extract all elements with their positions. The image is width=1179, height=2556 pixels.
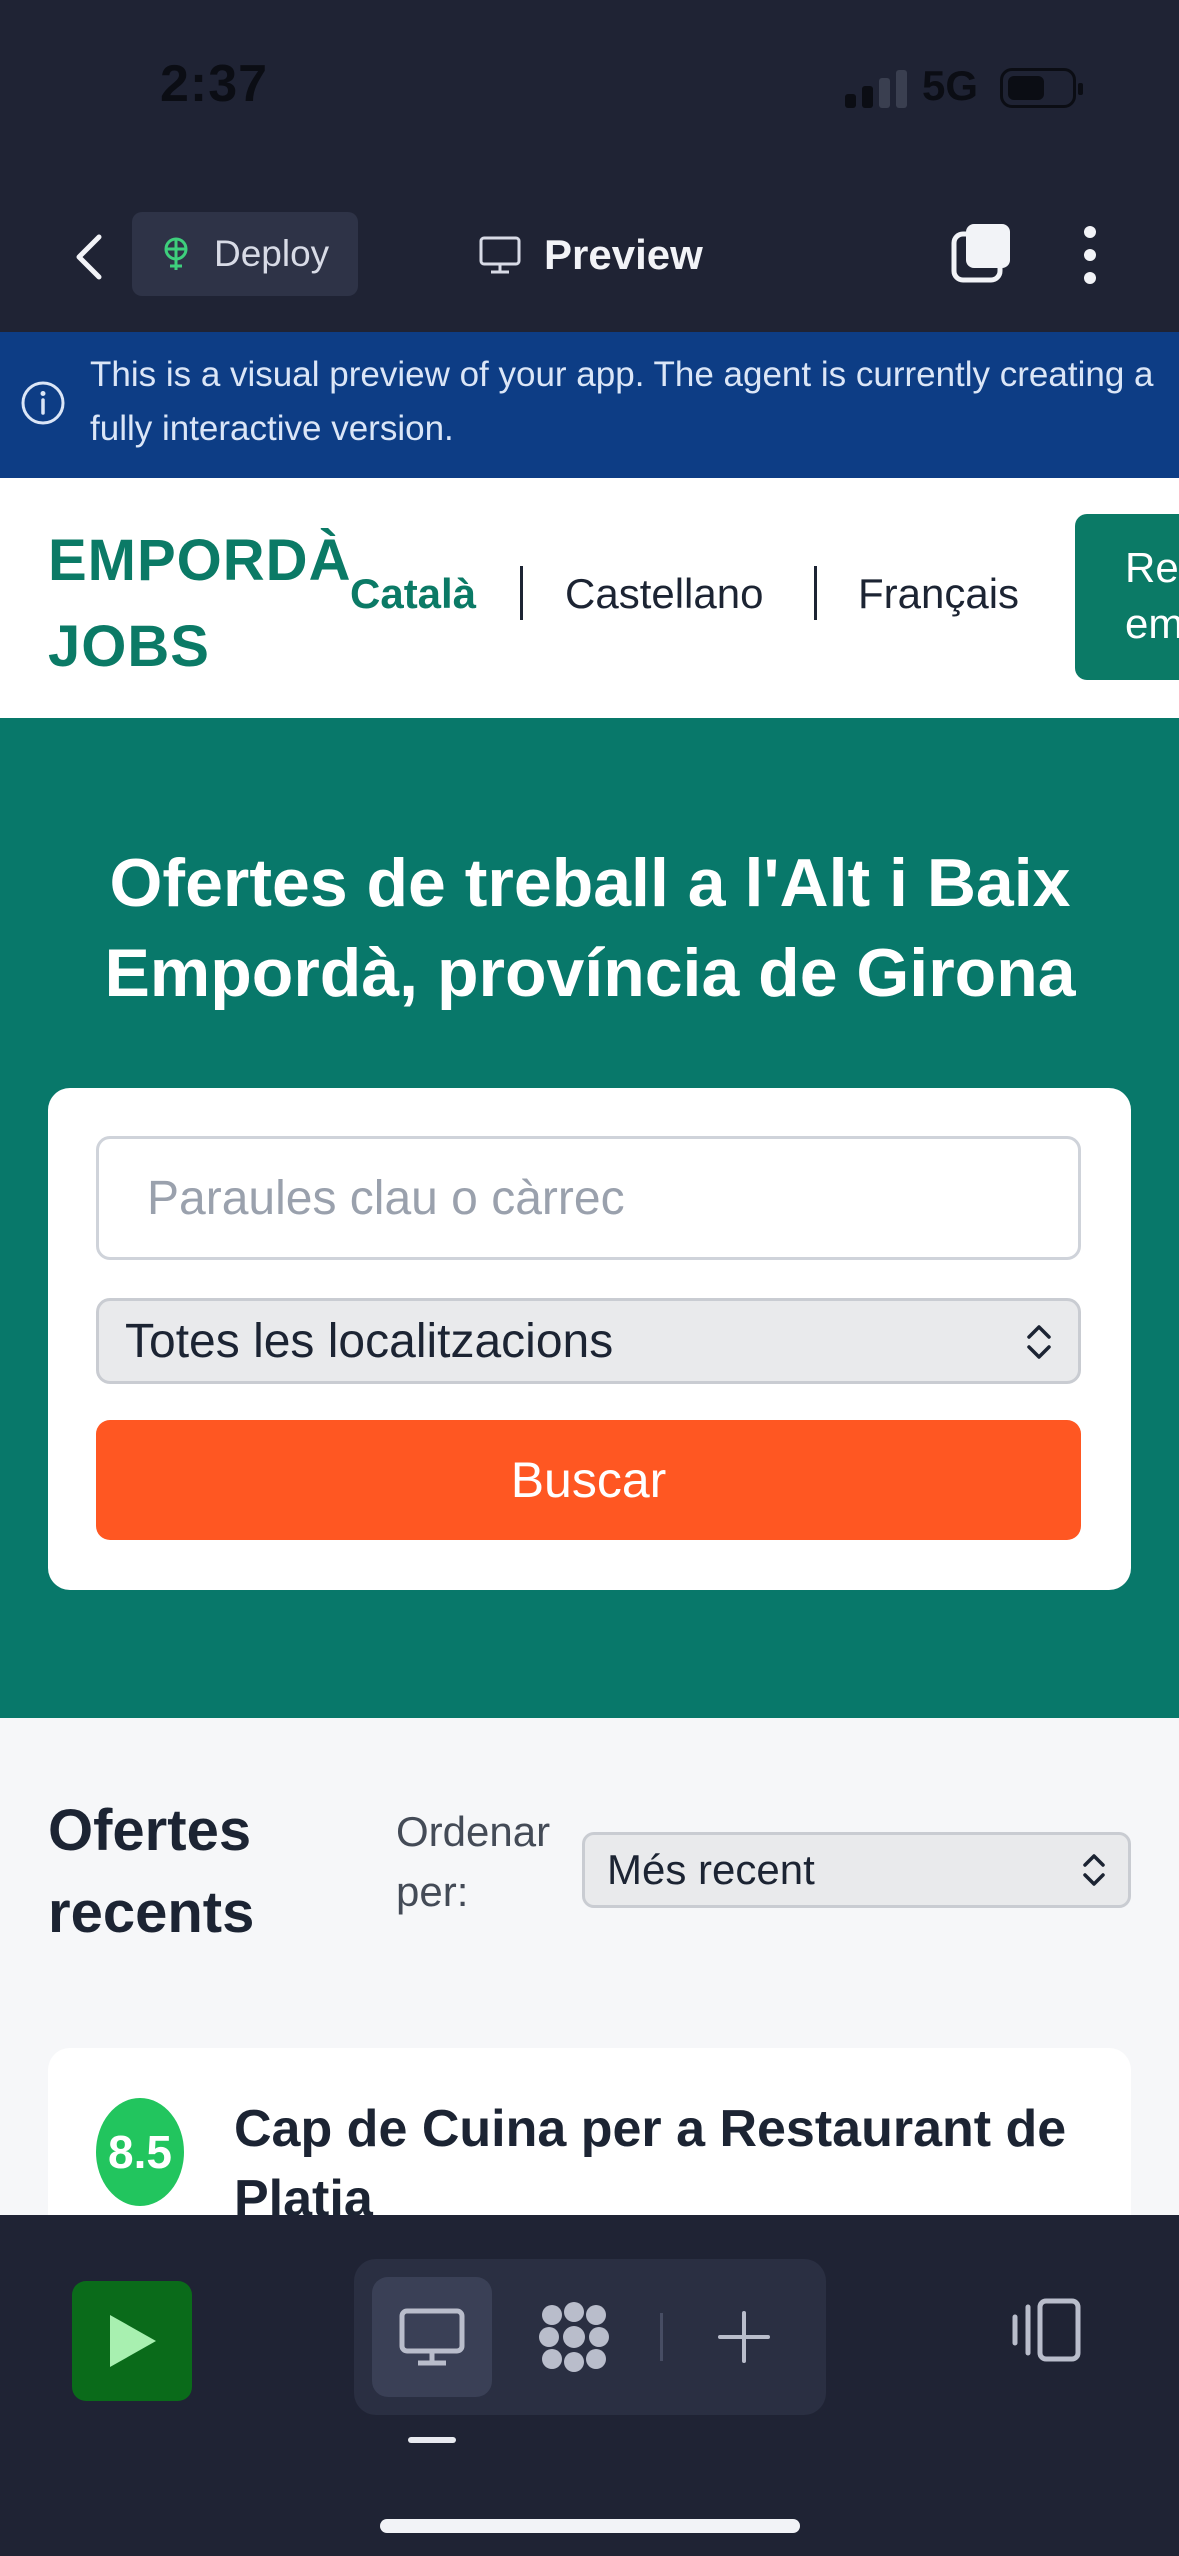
info-icon xyxy=(21,381,65,425)
lang-castellano[interactable]: Castellano xyxy=(565,570,763,618)
preview-toolbar: Deploy Preview xyxy=(0,180,1179,332)
network-type: 5G xyxy=(922,62,979,109)
cta-line-1: Rec xyxy=(1125,544,1179,591)
segment-divider xyxy=(660,2313,663,2361)
run-button[interactable] xyxy=(72,2281,192,2401)
select-arrows-icon xyxy=(1027,1325,1051,1359)
site-header: EMPORDÀ JOBS Català Castellano Français … xyxy=(0,478,1179,718)
sort-label: Ordenar per: xyxy=(396,1808,551,1915)
keyword-search-input[interactable] xyxy=(96,1136,1081,1260)
select-arrows-icon xyxy=(1083,1854,1105,1886)
view-switcher xyxy=(354,2259,826,2415)
hero-section: Ofertes de treball a l'Alt i Baix Empord… xyxy=(0,718,1179,1718)
split-panel-icon xyxy=(1012,2298,1081,2362)
notice-text: This is a visual preview of your app. Th… xyxy=(90,355,1154,448)
split-view-button[interactable] xyxy=(1010,2295,1082,2367)
job-card[interactable]: 8.5 Cap de Cuina per a Restaurant de Pla… xyxy=(48,2048,1131,2215)
preview-tab[interactable]: Preview xyxy=(478,220,703,290)
app-preview: EMPORDÀ JOBS Català Castellano Français … xyxy=(0,478,1179,2215)
recent-jobs-title: Ofertes recents xyxy=(48,1798,255,1945)
monitor-icon xyxy=(479,236,521,274)
logo-line-1: EMPORDÀ xyxy=(48,528,352,593)
add-tab-button[interactable] xyxy=(684,2277,804,2397)
preview-notice-banner: This is a visual preview of your app. Th… xyxy=(0,332,1179,478)
apps-view-button[interactable] xyxy=(514,2277,634,2397)
hero-title: Ofertes de treball a l'Alt i Baix Empord… xyxy=(104,845,1076,1011)
bottom-toolbar xyxy=(0,2215,1179,2556)
sort-select-value: Més recent xyxy=(607,1846,815,1893)
lang-separator xyxy=(520,566,523,620)
location-select-value: Totes les localitzacions xyxy=(125,1314,614,1368)
plus-icon xyxy=(718,2311,770,2363)
status-bar: 2:37 5G xyxy=(0,0,1179,180)
cta-line-2: em xyxy=(1125,600,1179,647)
status-time: 2:37 xyxy=(160,55,269,113)
more-options-icon[interactable] xyxy=(1070,220,1110,290)
deploy-icon xyxy=(164,237,188,270)
logo-line-2: JOBS xyxy=(48,614,210,679)
site-logo[interactable]: EMPORDÀ JOBS xyxy=(48,518,368,690)
lang-separator xyxy=(814,566,817,620)
search-card: Totes les localitzacions Buscar xyxy=(48,1088,1131,1590)
lang-catala[interactable]: Català xyxy=(350,570,476,618)
chevron-left-icon xyxy=(76,234,102,280)
play-icon xyxy=(110,2315,156,2367)
deploy-label: Deploy xyxy=(214,233,330,274)
battery-icon xyxy=(1000,68,1083,108)
job-score-badge: 8.5 xyxy=(96,2098,184,2206)
search-button[interactable]: Buscar xyxy=(96,1420,1081,1540)
grid-blob-icon xyxy=(539,2302,609,2372)
preview-label: Preview xyxy=(544,231,703,278)
job-title[interactable]: Cap de Cuina per a Restaurant de Platja xyxy=(234,2094,1094,2215)
header-cta-button[interactable]: Rec em xyxy=(1075,514,1179,680)
sort-select[interactable]: Més recent xyxy=(582,1832,1131,1908)
tabs-icon xyxy=(951,224,1010,283)
location-select[interactable]: Totes les localitzacions xyxy=(96,1298,1081,1384)
back-button[interactable] xyxy=(60,224,116,290)
home-indicator[interactable] xyxy=(380,2519,800,2533)
active-view-indicator xyxy=(408,2437,456,2443)
monitor-icon xyxy=(399,2308,465,2366)
lang-francais[interactable]: Français xyxy=(858,570,1019,618)
tabs-button[interactable] xyxy=(950,220,1016,286)
cellular-signal-icon xyxy=(845,68,907,108)
preview-view-button[interactable] xyxy=(372,2277,492,2397)
deploy-button[interactable]: Deploy xyxy=(132,212,358,296)
